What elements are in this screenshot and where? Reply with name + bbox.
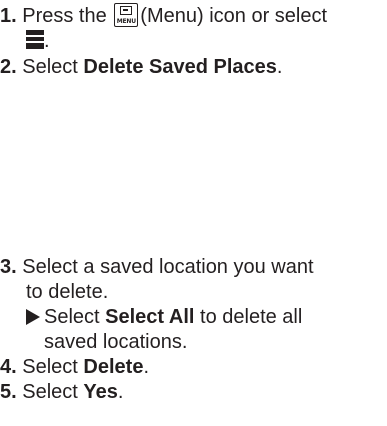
step-text: Select bbox=[22, 56, 78, 78]
step-text: Press the bbox=[22, 5, 107, 27]
step-bold-text: Delete Saved Places bbox=[83, 56, 277, 78]
step-bold-text: Delete bbox=[83, 356, 144, 378]
step-5: 5. Select Yes. bbox=[0, 380, 387, 405]
step-4: 4. Select Delete. bbox=[0, 355, 387, 380]
step-1: 1. Press the MENU (Menu) icon or select … bbox=[0, 3, 387, 54]
step-number: 1. bbox=[0, 5, 17, 27]
step-number: 3. bbox=[0, 256, 17, 278]
tip-text: to delete all bbox=[200, 306, 303, 328]
step-number: 2. bbox=[0, 56, 17, 78]
step-text: . bbox=[143, 356, 149, 378]
menu-button-icon: MENU bbox=[114, 3, 139, 27]
tip: Select Select All to delete all saved lo… bbox=[26, 305, 386, 355]
step-text: Select bbox=[22, 356, 78, 378]
step-3: 3. Select a saved location you want to d… bbox=[0, 255, 387, 305]
menu-icon-label: MENU bbox=[116, 18, 136, 25]
step-number: 5. bbox=[0, 381, 17, 403]
tip-text: Select bbox=[44, 306, 100, 328]
list-menu-icon bbox=[26, 30, 44, 49]
tip-bold-text: Select All bbox=[105, 306, 195, 328]
step-text: . bbox=[276, 56, 283, 78]
step-text: . bbox=[117, 381, 124, 403]
step-text: (Menu) icon or select bbox=[140, 5, 328, 27]
step-text: Select bbox=[22, 381, 78, 403]
step-bold-text: Yes bbox=[83, 381, 118, 403]
step-text: to delete. bbox=[26, 281, 109, 303]
step-number: 4. bbox=[0, 356, 17, 378]
triangle-bullet-icon bbox=[26, 309, 40, 325]
step-text: Select a saved location you want bbox=[22, 256, 314, 278]
step-text: . bbox=[44, 30, 50, 52]
tip-text: saved locations. bbox=[44, 331, 188, 353]
step-2: 2. Select Delete Saved Places. bbox=[0, 55, 387, 80]
